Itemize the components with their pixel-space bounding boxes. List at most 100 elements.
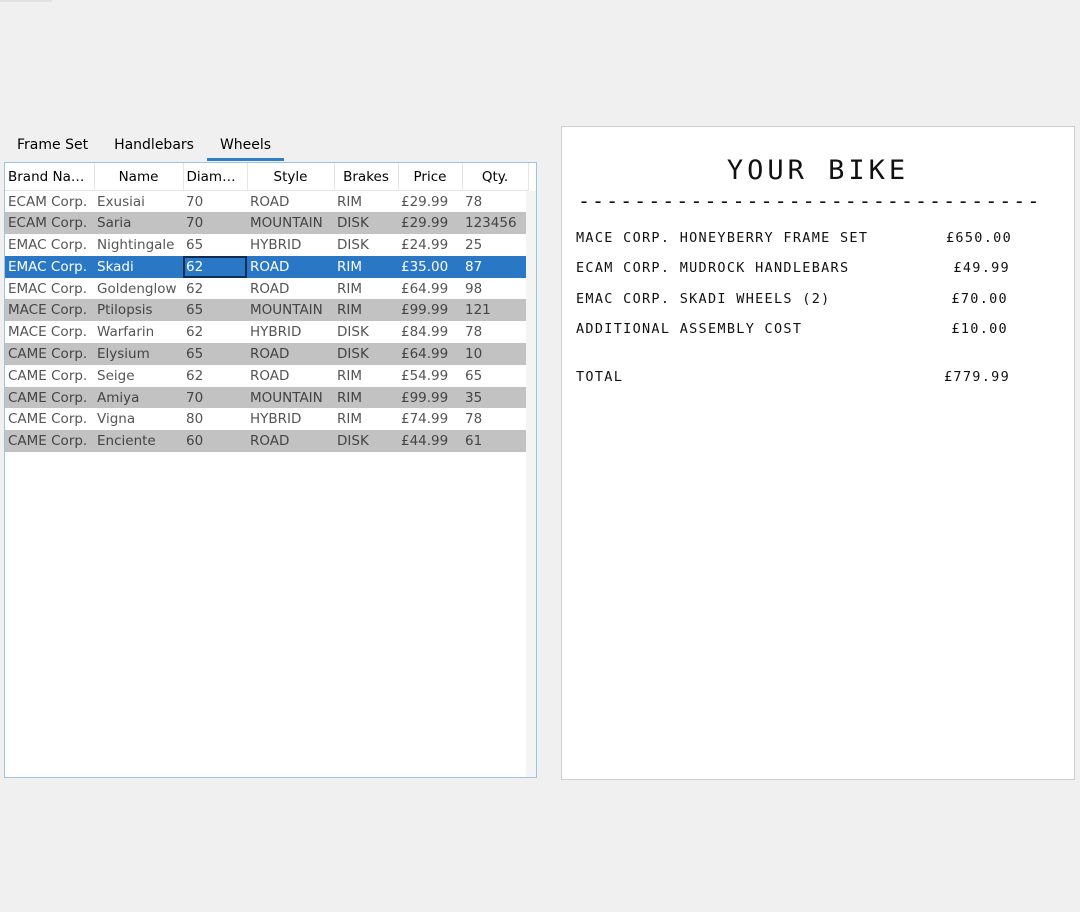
cell-brand-name[interactable]: ECAM Corp. [5, 212, 94, 235]
cell-price[interactable]: £99.99 [398, 299, 462, 322]
cell-style[interactable]: HYBRID [247, 321, 334, 343]
cell-style[interactable]: ROAD [247, 191, 334, 213]
table-row[interactable]: CAME Corp. Seige 62 ROAD RIM £54.99 65 [5, 365, 528, 387]
cell-qty[interactable]: 65 [462, 365, 528, 387]
cell-brakes[interactable]: DISK [334, 430, 398, 453]
cell-brand-name[interactable]: EMAC Corp. [5, 278, 94, 300]
cell-name[interactable]: Elysium [94, 343, 183, 365]
cell-diameter[interactable]: 62 [183, 365, 247, 387]
cell-diameter[interactable]: 70 [183, 386, 247, 409]
cell-qty[interactable]: 35 [462, 386, 528, 409]
cell-style[interactable]: HYBRID [247, 408, 334, 430]
cell-diameter[interactable]: 65 [183, 343, 247, 365]
cell-brakes[interactable]: RIM [334, 191, 398, 213]
cell-name[interactable]: Goldenglow [94, 278, 183, 300]
cell-diameter[interactable]: 60 [183, 430, 247, 453]
table-row[interactable]: ECAM Corp. Exusiai 70 ROAD RIM £29.99 78 [5, 191, 528, 213]
table-scrollbar[interactable] [526, 191, 536, 777]
cell-qty[interactable]: 98 [462, 278, 528, 300]
column-header-name[interactable]: Name [94, 163, 184, 191]
cell-brakes[interactable]: RIM [334, 278, 398, 300]
column-header-diameter[interactable]: Diame… [183, 163, 248, 191]
cell-brand-name[interactable]: ECAM Corp. [5, 191, 94, 213]
cell-name[interactable]: Amiya [94, 386, 183, 409]
cell-brand-name[interactable]: CAME Corp. [5, 386, 94, 409]
cell-qty[interactable]: 78 [462, 408, 528, 430]
cell-qty[interactable]: 25 [462, 234, 528, 256]
table-row[interactable]: MACE Corp. Warfarin 62 HYBRID DISK £84.99 78 [5, 321, 528, 343]
table-row[interactable]: MACE Corp. Ptilopsis 65 MOUNTAIN RIM £99.99 12… [5, 299, 528, 322]
cell-brakes[interactable]: DISK [334, 343, 398, 365]
cell-brand-name[interactable]: CAME Corp. [5, 408, 94, 430]
cell-brand-name[interactable]: EMAC Corp. [5, 234, 94, 256]
cell-diameter[interactable]: 62 [183, 255, 247, 278]
table-row[interactable]: EMAC Corp. Skadi 62 ROAD RIM £35.00 87 [5, 255, 528, 278]
table-row[interactable]: EMAC Corp. Nightingale 65 HYBRID DISK £24.99 2… [5, 234, 528, 256]
cell-name[interactable]: Warfarin [94, 321, 183, 343]
cell-qty[interactable]: 61 [462, 430, 528, 453]
cell-price[interactable]: £74.99 [398, 408, 462, 430]
cell-diameter[interactable]: 70 [183, 212, 247, 235]
cell-brakes[interactable]: RIM [334, 408, 398, 430]
cell-brakes[interactable]: DISK [334, 321, 398, 343]
tab-frame-set[interactable]: Frame Set [4, 132, 101, 161]
cell-qty[interactable]: 10 [462, 343, 528, 365]
cell-diameter[interactable]: 65 [183, 299, 247, 322]
cell-style[interactable]: ROAD [247, 255, 334, 278]
cell-price[interactable]: £44.99 [398, 430, 462, 453]
cell-name[interactable]: Skadi [94, 255, 183, 278]
cell-brand-name[interactable]: CAME Corp. [5, 343, 94, 365]
cell-price[interactable]: £29.99 [398, 191, 462, 213]
cell-name[interactable]: Nightingale [94, 234, 183, 256]
table-row[interactable]: CAME Corp. Amiya 70 MOUNTAIN RIM £99.99 35 [5, 386, 528, 409]
cell-brand-name[interactable]: EMAC Corp. [5, 255, 94, 278]
cell-brand-name[interactable]: MACE Corp. [5, 321, 94, 343]
cell-price[interactable]: £24.99 [398, 234, 462, 256]
column-header-qty[interactable]: Qty. [462, 163, 529, 191]
cell-brand-name[interactable]: CAME Corp. [5, 430, 94, 453]
cell-diameter[interactable]: 62 [183, 321, 247, 343]
cell-style[interactable]: MOUNTAIN [247, 386, 334, 409]
cell-brakes[interactable]: DISK [334, 234, 398, 256]
cell-qty[interactable]: 123456 [462, 212, 528, 235]
cell-style[interactable]: ROAD [247, 343, 334, 365]
cell-price[interactable]: £54.99 [398, 365, 462, 387]
cell-name[interactable]: Seige [94, 365, 183, 387]
cell-brand-name[interactable]: MACE Corp. [5, 299, 94, 322]
cell-style[interactable]: MOUNTAIN [247, 212, 334, 235]
table-row[interactable]: EMAC Corp. Goldenglow 62 ROAD RIM £64.99 98 [5, 278, 528, 300]
cell-brakes[interactable]: RIM [334, 386, 398, 409]
table-row[interactable]: ECAM Corp. Saria 70 MOUNTAIN DISK £29.99 12345… [5, 212, 528, 235]
table-row[interactable]: CAME Corp. Enciente 60 ROAD DISK £44.99 61 [5, 430, 528, 453]
column-header-brand-name[interactable]: Brand Name [5, 163, 95, 191]
cell-brand-name[interactable]: CAME Corp. [5, 365, 94, 387]
cell-name[interactable]: Ptilopsis [94, 299, 183, 322]
table-row[interactable]: CAME Corp. Elysium 65 ROAD DISK £64.99 10 [5, 343, 528, 365]
cell-diameter[interactable]: 80 [183, 408, 247, 430]
cell-style[interactable]: ROAD [247, 430, 334, 453]
cell-diameter[interactable]: 62 [183, 278, 247, 300]
cell-price[interactable]: £99.99 [398, 386, 462, 409]
cell-brakes[interactable]: RIM [334, 255, 398, 278]
cell-style[interactable]: ROAD [247, 278, 334, 300]
cell-diameter[interactable]: 70 [183, 191, 247, 213]
cell-price[interactable]: £64.99 [398, 343, 462, 365]
column-header-style[interactable]: Style [247, 163, 335, 191]
tab-handlebars[interactable]: Handlebars [101, 132, 207, 161]
cell-price[interactable]: £84.99 [398, 321, 462, 343]
cell-name[interactable]: Enciente [94, 430, 183, 453]
cell-brakes[interactable]: RIM [334, 299, 398, 322]
cell-style[interactable]: MOUNTAIN [247, 299, 334, 322]
cell-qty[interactable]: 87 [462, 255, 528, 278]
cell-price[interactable]: £29.99 [398, 212, 462, 235]
cell-price[interactable]: £35.00 [398, 255, 462, 278]
cell-name[interactable]: Saria [94, 212, 183, 235]
cell-style[interactable]: HYBRID [247, 234, 334, 256]
cell-brakes[interactable]: DISK [334, 212, 398, 235]
cell-qty[interactable]: 121 [462, 299, 528, 322]
cell-name[interactable]: Exusiai [94, 191, 183, 213]
tab-wheels[interactable]: Wheels [206, 132, 285, 161]
cell-brakes[interactable]: RIM [334, 365, 398, 387]
table-row[interactable]: CAME Corp. Vigna 80 HYBRID RIM £74.99 78 [5, 408, 528, 430]
column-header-price[interactable]: Price [398, 163, 463, 191]
